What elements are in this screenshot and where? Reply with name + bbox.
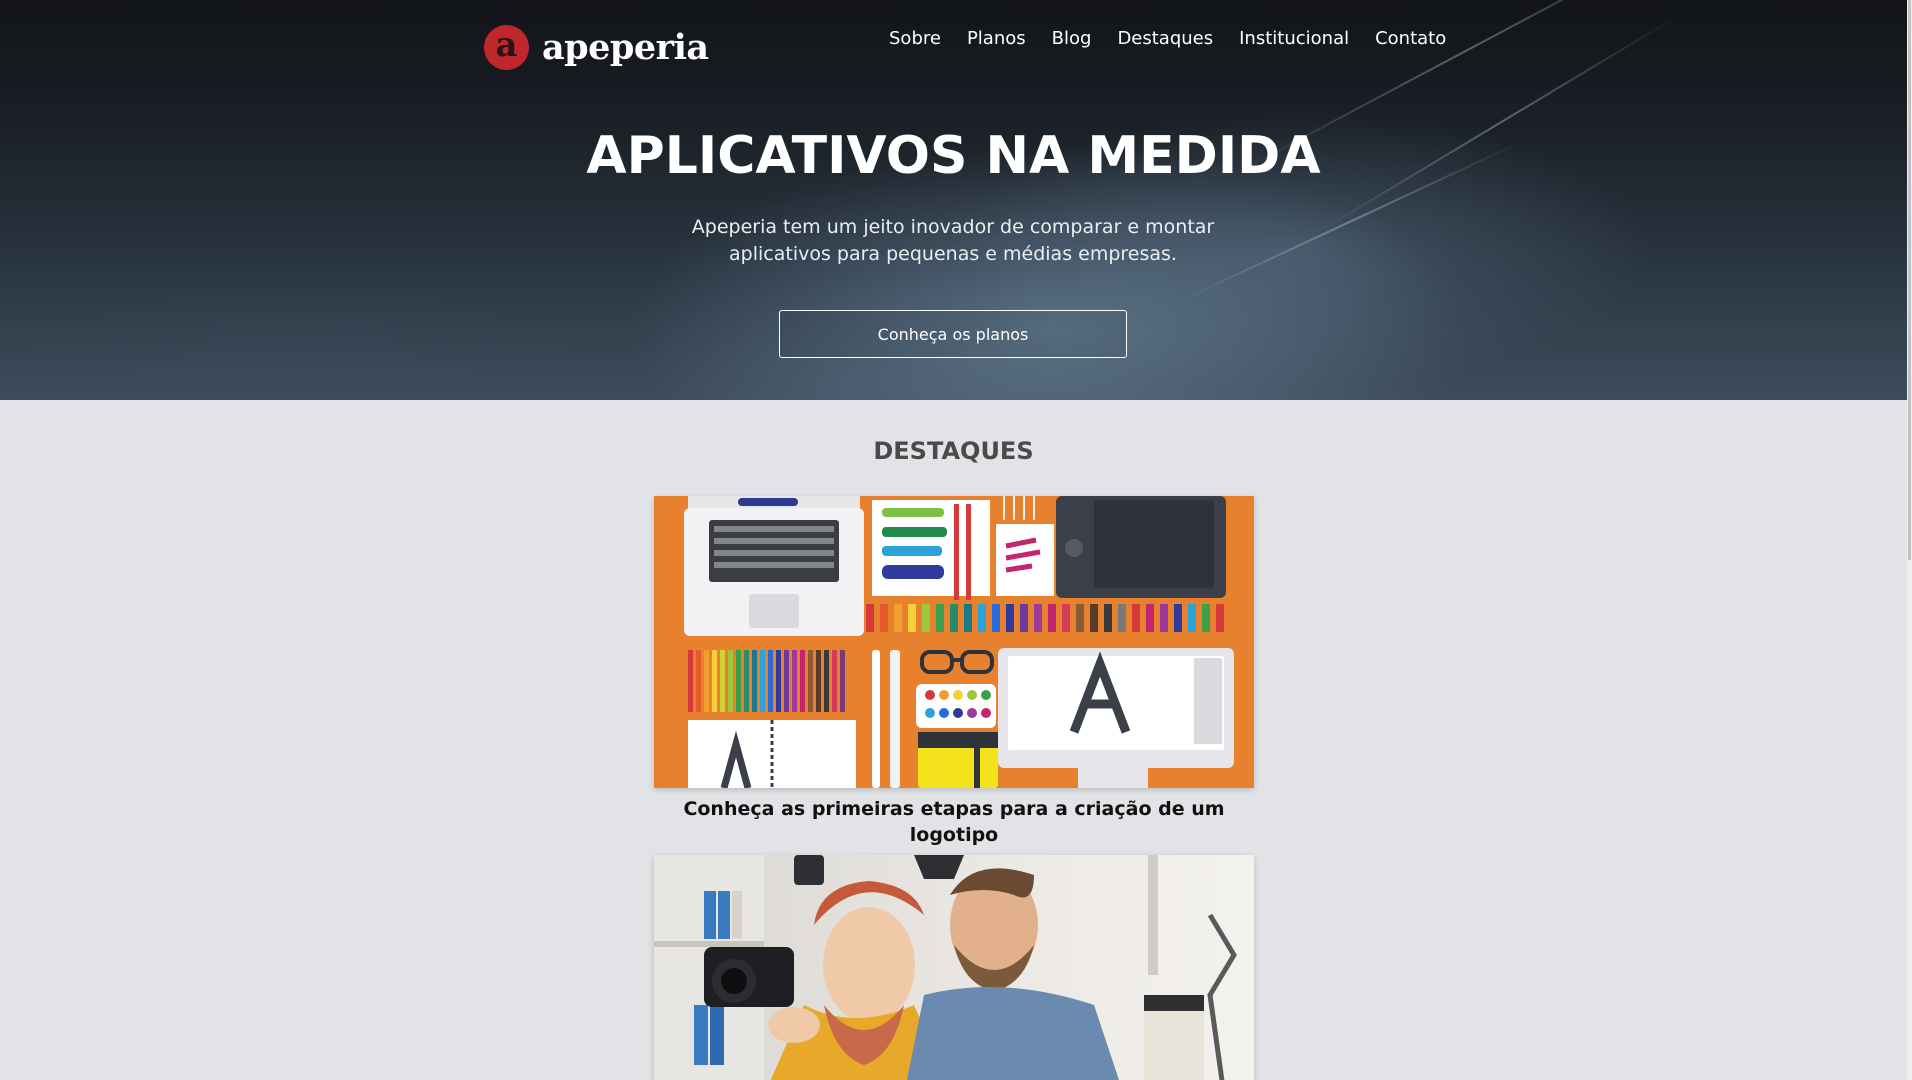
highlight-card-image[interactable] [654,855,1254,1080]
top-navbar: a apeperia Sobre Planos Blog Destaques I… [0,0,1907,86]
hero-section: a apeperia Sobre Planos Blog Destaques I… [0,0,1907,400]
page-scrollbar[interactable] [1907,0,1912,1080]
nav-link-contato[interactable]: Contato [1375,28,1446,49]
highlight-card-image[interactable] [654,496,1254,788]
see-plans-button[interactable]: Conheça os planos [779,310,1127,358]
highlights-title: DESTAQUES [873,437,1034,465]
nav-link-institucional[interactable]: Institucional [1239,28,1349,49]
nav-link-sobre[interactable]: Sobre [889,28,941,49]
highlight-card-caption[interactable]: Conheça as primeiras etapas para a criaç… [654,796,1254,848]
hero-description-line-1: Apeperia tem um jeito inovador de compar… [691,216,1215,238]
nav-link-blog[interactable]: Blog [1052,28,1092,49]
nav-link-destaques[interactable]: Destaques [1117,28,1213,49]
designer-desk-illustration [654,496,1254,788]
nav-link-planos[interactable]: Planos [967,28,1026,49]
nav-links: Sobre Planos Blog Destaques Instituciona… [889,28,1446,49]
hero-title: APLICATIVOS NA MEDIDA [586,126,1321,186]
brand-logo[interactable]: a apeperia [484,24,709,70]
page: a apeperia Sobre Planos Blog Destaques I… [0,0,1907,1080]
hero-description-line-2: aplicativos para pequenas e médias empre… [729,243,1177,265]
hero-description: Apeperia tem um jeito inovador de compar… [653,214,1253,268]
page-scrollbar-thumb[interactable] [1908,0,1911,560]
highlight-card[interactable]: Conheça as primeiras etapas para a criaç… [654,496,1254,848]
designers-with-camera-photo [654,855,1254,1080]
highlight-card[interactable] [654,855,1254,1080]
brand-mark-icon: a [484,24,529,70]
brand-name: apeperia [542,26,709,68]
